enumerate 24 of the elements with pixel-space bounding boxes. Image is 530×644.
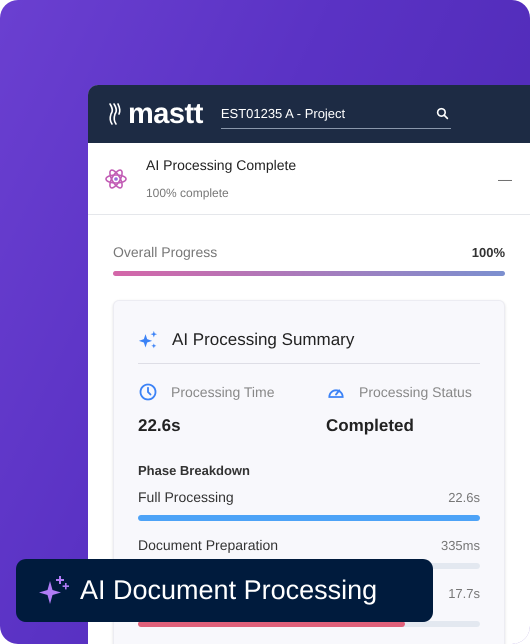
phase-reading: 335ms	[440, 536, 480, 555]
summary-title: AI Processing Summary	[172, 329, 354, 351]
search-icon	[436, 107, 449, 120]
phase-reading: 17.7s	[448, 584, 480, 603]
logo-icon	[108, 102, 122, 126]
badge-label: AI Document Processing	[80, 574, 378, 608]
status-title: AI Processing Complete	[146, 156, 296, 175]
collapse-button[interactable]: —	[498, 172, 512, 186]
phase-title: Phase Breakdown	[138, 462, 251, 480]
logo-text: mastt	[128, 100, 203, 128]
stat-label: Processing Status	[359, 382, 472, 402]
status-subtitle: 100% complete	[146, 185, 230, 202]
atom-icon	[104, 166, 128, 190]
phase-reading: 22.6s	[448, 488, 480, 507]
phase-name: Document Preparation	[138, 536, 278, 555]
stat-value: 22.6s	[138, 414, 182, 436]
clock-icon	[138, 382, 158, 402]
sparkles-icon	[138, 330, 158, 350]
phase-name: Full Processing	[138, 488, 234, 507]
search-field[interactable]: EST01235 A - Project	[220, 99, 451, 129]
progress-label: Overall Progress	[113, 243, 218, 262]
stat-value: Completed	[326, 414, 415, 436]
stat-label: Processing Time	[171, 382, 274, 402]
progress-reading: 100%	[472, 244, 505, 262]
